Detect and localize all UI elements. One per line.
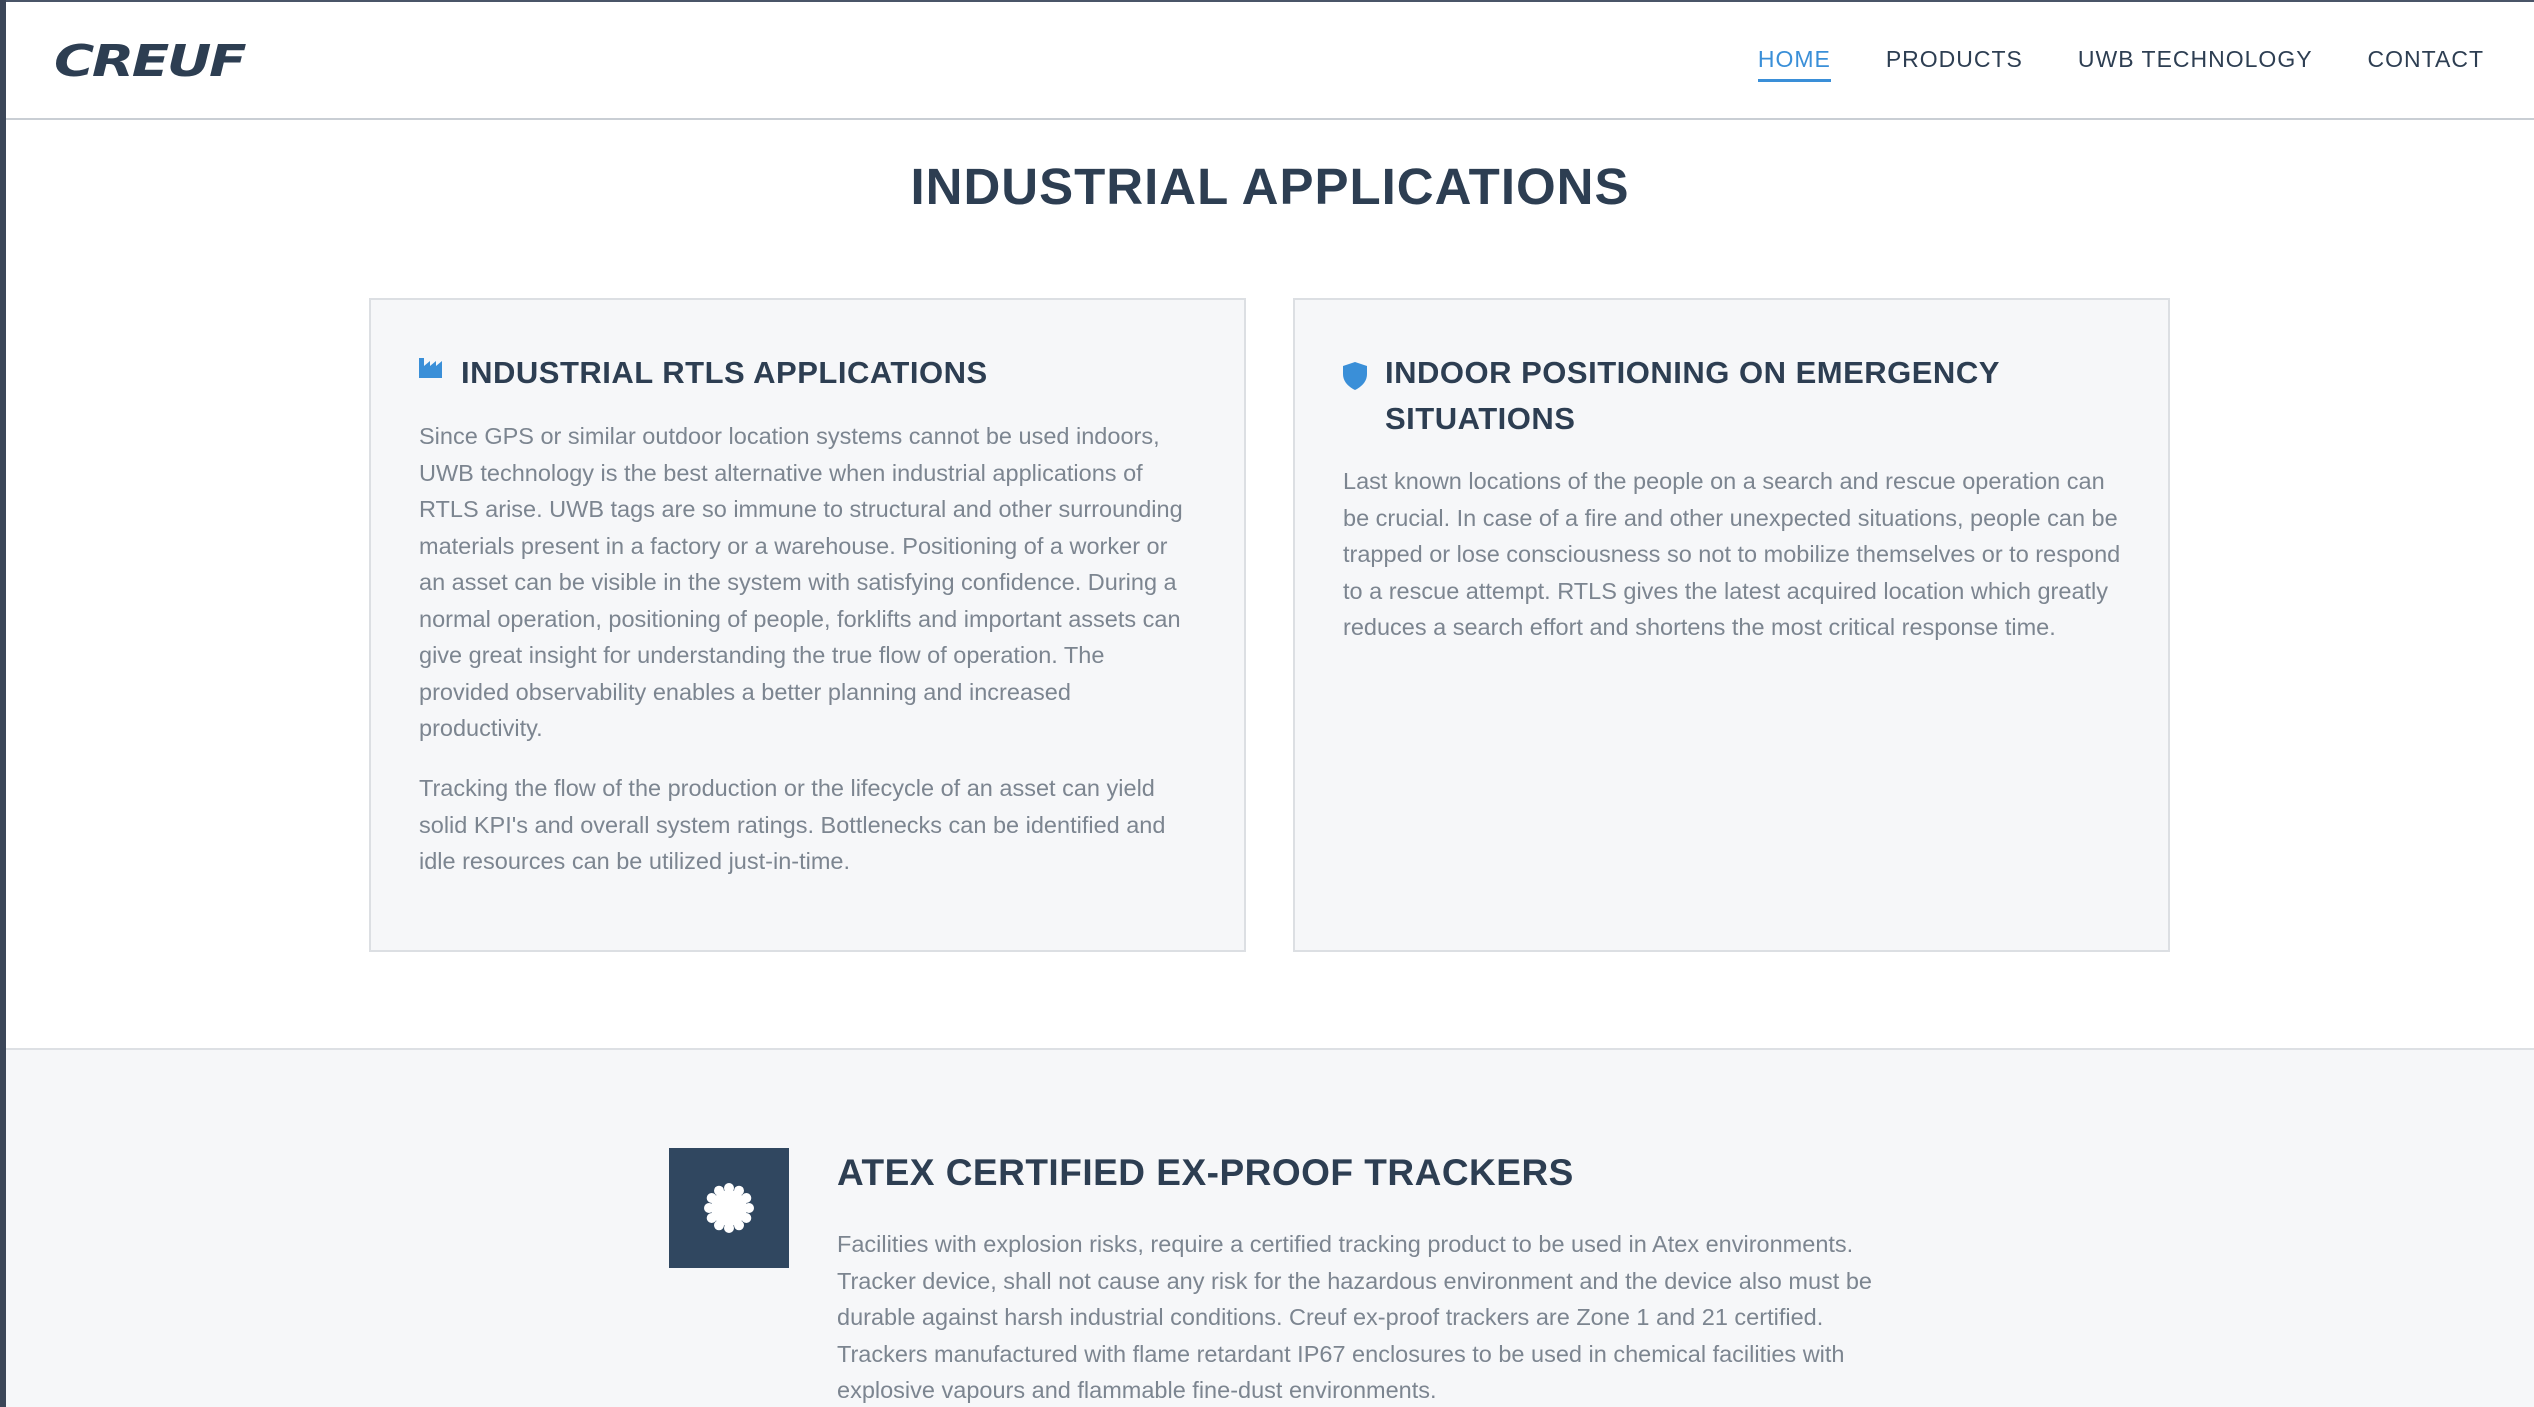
atex-title: ATEX CERTIFIED EX-PROOF TRACKERS [837, 1152, 1574, 1193]
nav-products-link[interactable]: PRODUCTS [1886, 46, 2023, 82]
site-header: CREUF HOME PRODUCTS UWB TECHNOLOGY CONTA… [6, 2, 2534, 120]
card-title: INDOOR POSITIONING ON EMERGENCY SITUATIO… [1385, 355, 2000, 436]
card-paragraph: Tracking the flow of the production or t… [419, 775, 1166, 874]
card-paragraph: Since GPS or similar outdoor location sy… [419, 423, 1183, 741]
nav-home-link[interactable]: HOME [1757, 46, 1831, 82]
card-header: INDUSTRIAL RTLS APPLICATIONS [419, 350, 1204, 396]
site-logo[interactable]: CREUF [54, 36, 247, 87]
section-title: INDUSTRIAL APPLICATIONS [910, 158, 1630, 215]
factory-icon [419, 350, 461, 396]
atex-description: Facilities with explosion risks, require… [837, 1231, 1872, 1403]
atex-section: ATEX CERTIFIED EX-PROOF TRACKERS Facilit… [6, 1048, 2534, 1407]
nav-contact-link[interactable]: CONTACT [2368, 46, 2484, 82]
card-industrial-rtls: INDUSTRIAL RTLS APPLICATIONS Since GPS o… [369, 298, 1246, 952]
card-header: INDOOR POSITIONING ON EMERGENCY SITUATIO… [1343, 350, 2128, 442]
browser-viewport: CREUF HOME PRODUCTS UWB TECHNOLOGY CONTA… [6, 0, 2534, 1407]
nav-uwb-technology-link[interactable]: UWB TECHNOLOGY [2078, 46, 2313, 82]
card-paragraph: Last known locations of the people on a … [1343, 468, 2121, 640]
certificate-icon [669, 1148, 789, 1268]
main-nav: HOME PRODUCTS UWB TECHNOLOGY CONTACT [1757, 46, 2484, 82]
shield-icon [1343, 350, 1385, 442]
card-emergency-positioning: INDOOR POSITIONING ON EMERGENCY SITUATIO… [1293, 298, 2170, 952]
card-title: INDUSTRIAL RTLS APPLICATIONS [461, 355, 988, 390]
